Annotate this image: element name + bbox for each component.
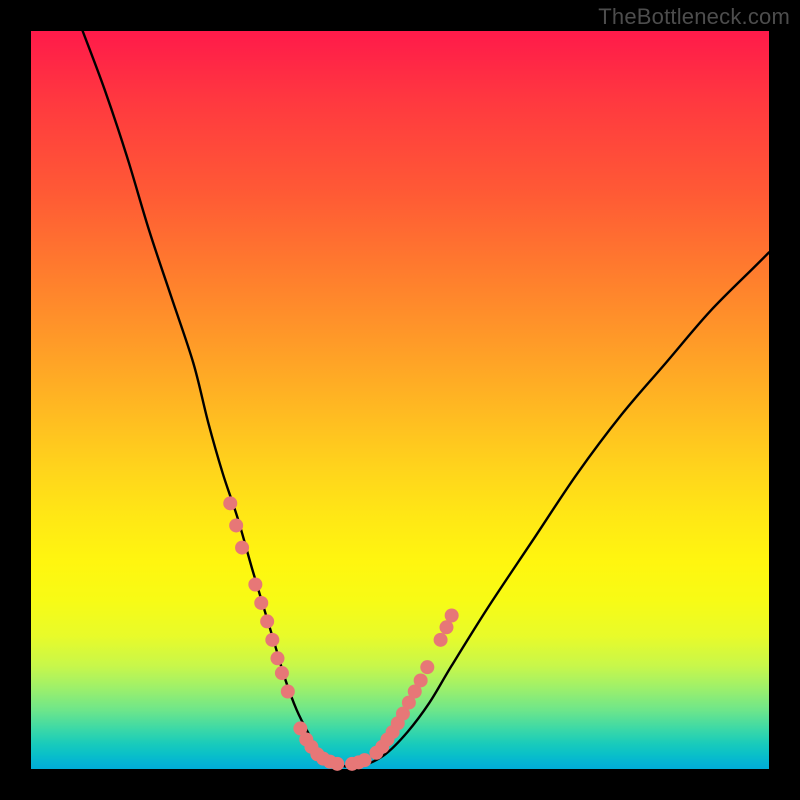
curve-marker <box>445 609 459 623</box>
curve-marker <box>235 541 249 555</box>
chart-frame: TheBottleneck.com <box>0 0 800 800</box>
curve-marker <box>270 651 284 665</box>
curve-marker <box>265 633 279 647</box>
curve-marker <box>434 633 448 647</box>
bottleneck-curve <box>83 31 769 767</box>
curve-marker <box>420 660 434 674</box>
curve-marker <box>281 685 295 699</box>
curve-marker <box>248 578 262 592</box>
watermark-text: TheBottleneck.com <box>598 4 790 30</box>
curve-markers <box>223 496 458 771</box>
curve-marker <box>254 596 268 610</box>
curve-marker <box>275 666 289 680</box>
curve-marker <box>358 753 372 767</box>
curve-marker <box>229 518 243 532</box>
curve-marker <box>260 614 274 628</box>
curve-marker <box>414 673 428 687</box>
chart-svg <box>31 31 769 769</box>
curve-marker <box>223 496 237 510</box>
plot-area <box>31 31 769 769</box>
curve-marker <box>330 757 344 771</box>
